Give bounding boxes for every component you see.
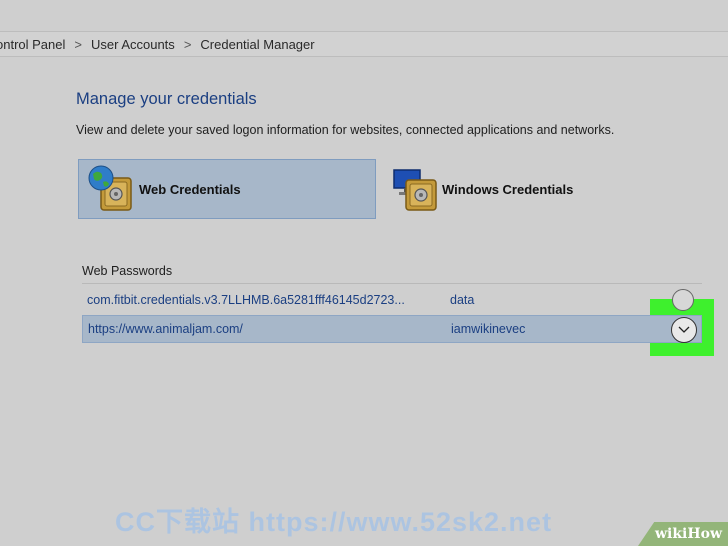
page-description: View and delete your saved logon informa… [76,123,615,137]
breadcrumb-separator: > [74,36,82,52]
section-divider [82,283,702,284]
web-credentials-label: Web Credentials [139,181,241,197]
windows-credentials-button[interactable]: Windows Credentials [388,159,618,219]
breadcrumb-control-panel[interactable]: ontrol Panel [0,37,65,52]
breadcrumb-user-accounts[interactable]: User Accounts [91,37,175,52]
credential-row[interactable]: com.fitbit.credentials.v3.7LLHMB.6a5281f… [82,286,702,314]
breadcrumb: ontrol Panel > User Accounts > Credentia… [0,31,728,57]
expand-icon[interactable] [672,289,694,311]
expand-credential-button[interactable] [671,317,697,343]
wikihow-logo: wikiHow [638,522,728,546]
windows-credentials-icon [393,169,437,211]
credential-user: iamwikinevec [451,322,526,336]
windows-credentials-label: Windows Credentials [442,181,574,197]
breadcrumb-separator: > [183,36,192,52]
web-credentials-button[interactable]: Web Credentials [78,159,376,219]
credential-site: https://www.animaljam.com/ [88,322,243,336]
chevron-down-icon [678,326,690,333]
web-credentials-icon [88,165,132,211]
credential-user: data [450,293,475,307]
breadcrumb-credential-manager[interactable]: Credential Manager [200,37,314,52]
watermark-text: CC下载站 https://www.52sk2.net [115,507,553,537]
web-passwords-heading: Web Passwords [82,264,173,278]
credential-row-selected[interactable]: https://www.animaljam.com/ iamwikinevec [82,315,702,343]
page-title: Manage your credentials [76,90,257,108]
credential-site: com.fitbit.credentials.v3.7LLHMB.6a5281f… [87,293,405,307]
